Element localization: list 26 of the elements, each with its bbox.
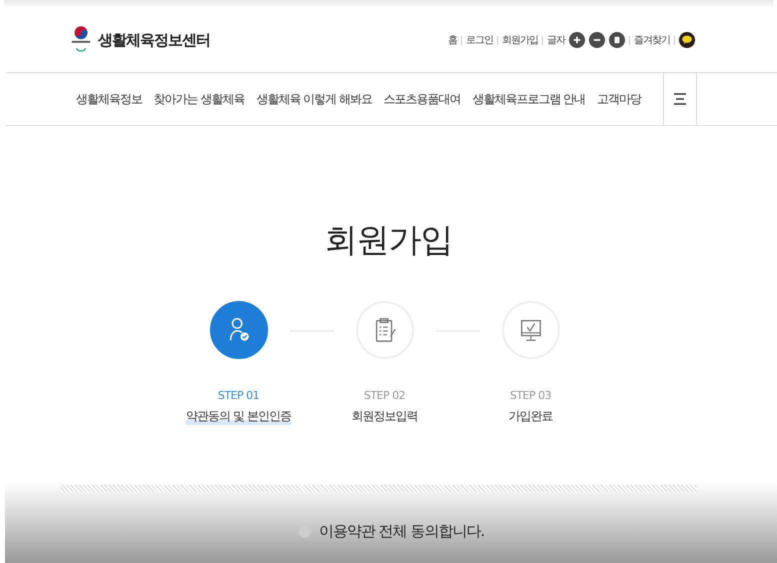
nav-item[interactable]: 생활체육프로그램 안내 <box>472 90 586 108</box>
step-label: 가입완료 <box>508 408 552 425</box>
header-link[interactable]: 홈 <box>448 33 457 47</box>
menu-icon <box>673 93 687 105</box>
chat-button[interactable] <box>679 32 695 48</box>
page-title: 회원가입 <box>324 219 452 261</box>
step-number: STEP 02 <box>364 389 406 402</box>
font-increase-button[interactable] <box>569 32 585 48</box>
favorites-link[interactable]: 즐겨찾기 <box>634 33 670 47</box>
step-label: 회원정보입력 <box>352 408 418 425</box>
nav-item[interactable]: 스포츠용품대여 <box>384 90 461 108</box>
header-link[interactable]: 로그인 <box>466 33 493 47</box>
nav-item[interactable]: 생활체육 이렇게 해봐요 <box>256 90 372 108</box>
nav-item[interactable]: 찾아가는 생활체육 <box>154 90 245 108</box>
agree-label[interactable]: 이용약관 전체 동의합니다. <box>318 522 484 541</box>
nav-item[interactable]: 생활체육정보 <box>76 90 142 108</box>
menu-button[interactable] <box>663 73 697 125</box>
step-label: 약관동의 및 본인인증 <box>186 408 291 425</box>
font-decrease-button[interactable] <box>589 32 605 48</box>
font-size-label: 글자 <box>547 34 565 47</box>
header-link[interactable]: 회원가입 <box>502 33 538 47</box>
nav-item[interactable]: 고객마당 <box>596 90 641 108</box>
site-name[interactable]: 생활체육정보센터 <box>98 30 210 50</box>
font-reset-button[interactable] <box>609 32 625 48</box>
step-number: STEP 03 <box>510 389 552 402</box>
step-number: STEP 01 <box>218 389 260 402</box>
